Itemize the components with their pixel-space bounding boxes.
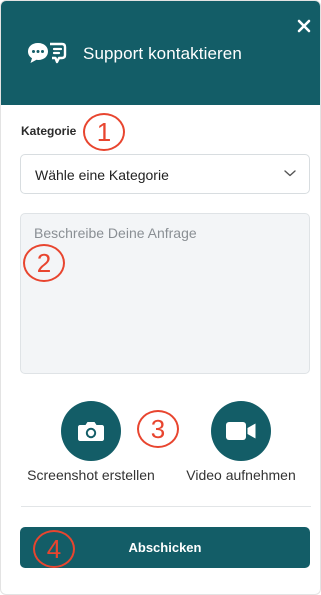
description-textarea[interactable] xyxy=(20,213,310,374)
screenshot-button-circle[interactable] xyxy=(61,401,121,461)
chat-support-icon xyxy=(28,42,67,64)
annotation-marker-2: 2 xyxy=(23,244,65,282)
support-panel: Support kontaktieren Kategorie Wähle ein… xyxy=(0,0,321,595)
category-label: Kategorie xyxy=(21,124,77,138)
close-icon[interactable] xyxy=(293,15,315,37)
divider xyxy=(21,506,311,507)
video-label: Video aufnehmen xyxy=(186,467,296,483)
video-camera-icon xyxy=(226,422,256,440)
chevron-down-icon xyxy=(284,170,296,177)
annotation-marker-3: 3 xyxy=(137,410,179,448)
camera-icon xyxy=(78,422,104,441)
category-select-value: Wähle eine Kategorie xyxy=(35,167,169,183)
header-title: Support kontaktieren xyxy=(83,44,242,63)
screenshot-button[interactable]: Screenshot erstellen xyxy=(21,401,161,483)
video-button-circle[interactable] xyxy=(211,401,271,461)
category-select[interactable]: Wähle eine Kategorie xyxy=(20,154,310,194)
screenshot-label: Screenshot erstellen xyxy=(27,467,155,483)
annotation-marker-4: 4 xyxy=(33,530,75,568)
annotation-marker-1: 1 xyxy=(83,113,125,151)
video-button[interactable]: Video aufnehmen xyxy=(171,401,311,483)
support-header: Support kontaktieren xyxy=(1,1,320,105)
